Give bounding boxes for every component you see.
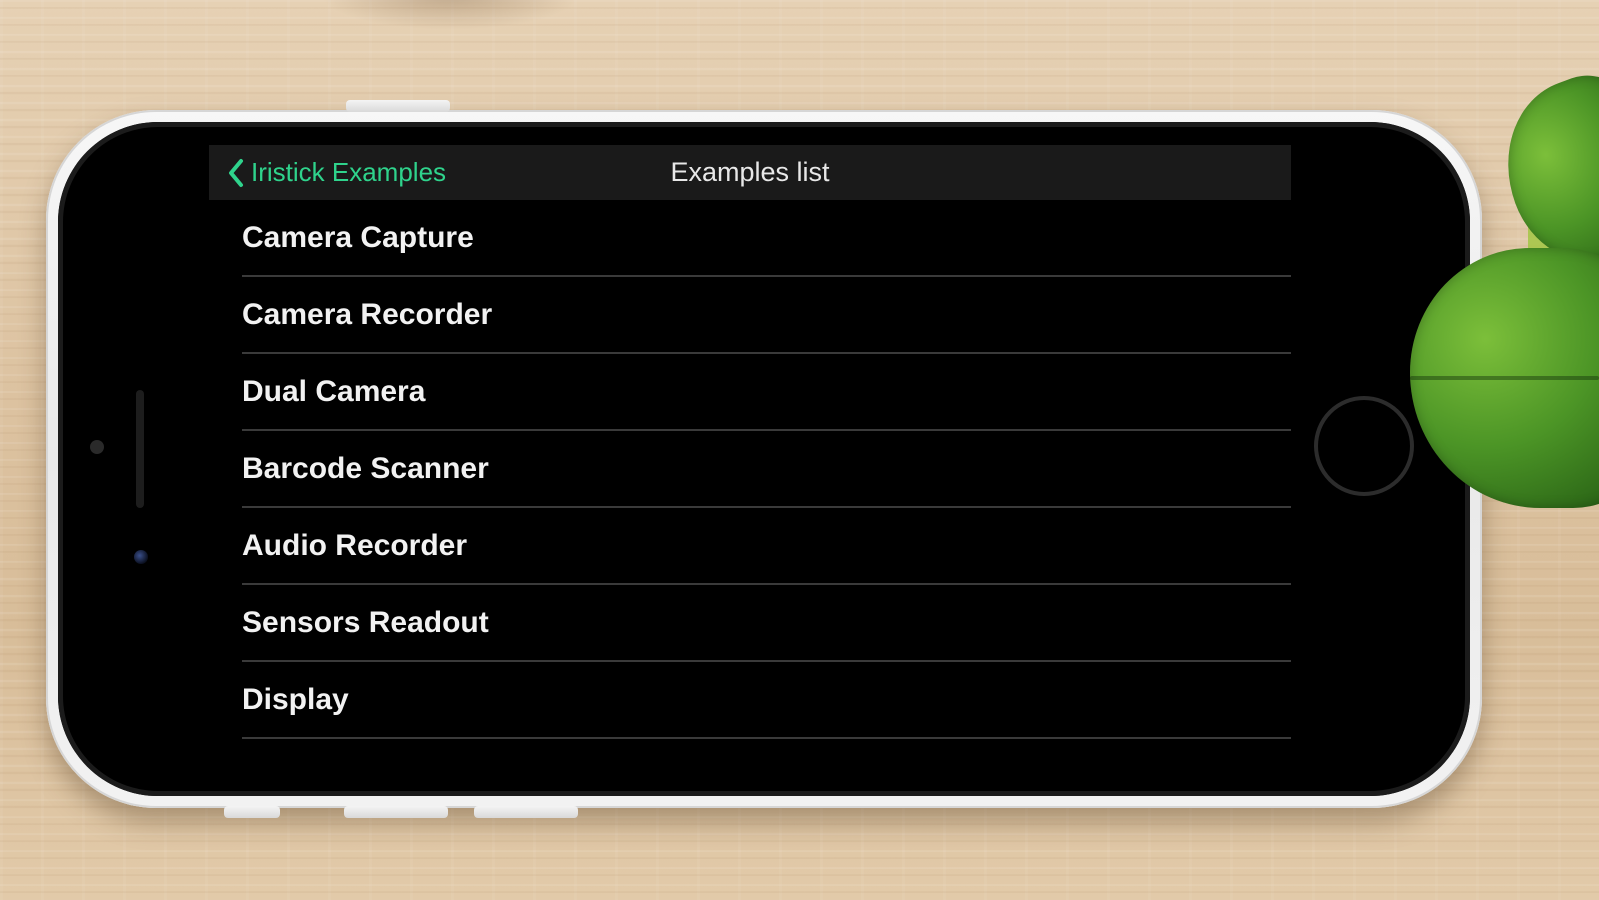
list-item-camera-recorder[interactable]: Camera Recorder [242, 277, 1291, 354]
list-item-audio-recorder[interactable]: Audio Recorder [242, 508, 1291, 585]
examples-list: Camera Capture Camera Recorder Dual Came… [209, 200, 1291, 739]
list-item-display[interactable]: Display [242, 662, 1291, 739]
list-item-label: Sensors Readout [242, 605, 489, 639]
phone-side-button [346, 100, 450, 112]
phone-side-button [224, 806, 280, 818]
earpiece-speaker [136, 390, 144, 508]
list-item-sensors-readout[interactable]: Sensors Readout [242, 585, 1291, 662]
page-title: Examples list [670, 157, 830, 187]
table-shadow [320, 0, 580, 30]
list-item-label: Camera Capture [242, 220, 474, 254]
list-item-barcode-scanner[interactable]: Barcode Scanner [242, 431, 1291, 508]
phone-bezel: Iristick Examples Examples list Camera C… [58, 122, 1470, 796]
list-item-label: Camera Recorder [242, 297, 493, 331]
home-button[interactable] [1314, 396, 1414, 496]
phone-side-button [344, 806, 448, 818]
list-item-label: Audio Recorder [242, 528, 468, 562]
navigation-bar: Iristick Examples Examples list [209, 145, 1291, 200]
list-item-label: Barcode Scanner [242, 451, 489, 485]
plant-leaf-vein [1410, 376, 1599, 380]
phone-screen: Iristick Examples Examples list Camera C… [209, 145, 1291, 767]
sensor-dot [90, 440, 104, 454]
list-item-camera-capture[interactable]: Camera Capture [242, 200, 1291, 277]
front-camera [134, 550, 148, 564]
list-item-label: Dual Camera [242, 374, 426, 408]
list-item-dual-camera[interactable]: Dual Camera [242, 354, 1291, 431]
list-item-label: Display [242, 682, 349, 716]
phone-device: Iristick Examples Examples list Camera C… [46, 100, 1482, 818]
phone-side-button [474, 806, 578, 818]
